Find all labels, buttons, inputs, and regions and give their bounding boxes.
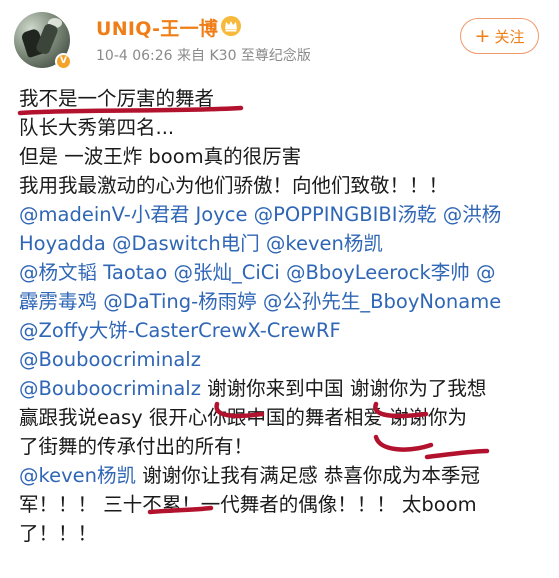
crown-icon — [221, 16, 241, 36]
mention-link[interactable]: @keven杨凯 — [19, 464, 136, 487]
verified-badge-icon: V — [55, 53, 72, 70]
follow-button[interactable]: + 关注 — [460, 18, 539, 54]
post-line: 赢跟我说easy 很开心你跟中国的舞者相爱 谢谢你为 — [19, 403, 549, 432]
username[interactable]: UNIQ-王一博 — [96, 14, 218, 41]
mention-link[interactable]: @Bouboocriminalz — [19, 377, 201, 400]
post-line: @keven杨凯 谢谢你让我有满足感 恭喜你成为本季冠 — [19, 461, 549, 490]
post-line: 霹雳毒鸡 @DaTing-杨雨婷 @公孙先生_BboyNoname — [19, 287, 549, 316]
mention-link[interactable]: @杨文韬 Taotao — [19, 261, 167, 284]
mention-link[interactable]: @madeinV-小君君 Joyce — [19, 203, 247, 226]
post-line: 队长大秀第四名... — [19, 113, 549, 142]
mention-link[interactable]: @DaTing-杨雨婷 — [103, 290, 256, 313]
mention-link[interactable]: @Daswitch电门 — [112, 232, 260, 255]
post-line: Hoyadda @Daswitch电门 @keven杨凯 — [19, 229, 549, 258]
post-text-run: 军！！！ 三十不累！一代舞者的偶像！！！ 太boom — [19, 493, 477, 516]
post-line: 我不是一个厉害的舞者 — [19, 84, 549, 113]
avatar-photo-figure — [34, 22, 60, 56]
post-line: 军！！！ 三十不累！一代舞者的偶像！！！ 太boom — [19, 490, 549, 519]
post-line: 了街舞的传承付出的所有！ — [19, 432, 549, 461]
post-line: @madeinV-小君君 Joyce @POPPINGBIBI汤乾 @洪杨 — [19, 200, 549, 229]
post-meta: 10-4 06:26 来自 K30 至尊纪念版 — [96, 45, 311, 65]
mention-link[interactable]: @BboyLeerock李帅 — [286, 261, 470, 284]
post-text-run: 谢谢你来到中国 谢谢你为了我想 — [200, 377, 487, 400]
post-line: @Zoffy大饼-CasterCrewX-CrewRF — [19, 316, 549, 345]
mention-link[interactable]: @Zoffy大饼-CasterCrewX-CrewRF — [19, 319, 341, 342]
post-text-run: 了街舞的传承付出的所有！ — [19, 435, 254, 458]
mention-link[interactable]: Hoyadda — [19, 232, 106, 255]
mention-link[interactable]: @张灿_CiCi — [174, 261, 280, 284]
post-line: 我用我最激动的心为他们骄傲！向他们致敬！！！ — [19, 171, 549, 200]
post-text-run: 谢谢你让我有满足感 恭喜你成为本季冠 — [136, 464, 480, 487]
post-text-run: 队长大秀第四名... — [19, 116, 175, 139]
mention-link[interactable]: @ — [476, 261, 496, 284]
mention-link[interactable]: @洪杨 — [443, 203, 502, 226]
post-text-run: 赢跟我说easy 很开心你跟中国的舞者相爱 谢谢你为 — [19, 406, 468, 429]
follow-button-label: 关注 — [494, 27, 525, 46]
mention-link[interactable]: @公孙先生_BboyNoname — [263, 290, 501, 313]
post-line: 了！！！ — [19, 519, 549, 548]
post-text-run: 我不是一个厉害的舞者 — [19, 87, 215, 110]
post-text-run: 了！！！ — [19, 522, 98, 545]
mention-link[interactable]: @POPPINGBIBI汤乾 — [254, 203, 437, 226]
post-line: 但是 一波王炸 boom真的很厉害 — [19, 142, 549, 171]
post-line: @Bouboocriminalz 谢谢你来到中国 谢谢你为了我想 — [19, 374, 549, 403]
timestamp: 10-4 06:26 — [96, 48, 173, 64]
mention-link[interactable]: 霹雳毒鸡 — [19, 290, 97, 313]
mention-link[interactable]: @Bouboocriminalz — [19, 348, 201, 371]
post-line: @Bouboocriminalz — [19, 345, 549, 374]
plus-icon: + — [474, 24, 491, 47]
post-line: @杨文韬 Taotao @张灿_CiCi @BboyLeerock李帅 @ — [19, 258, 549, 287]
mention-link[interactable]: @keven杨凯 — [266, 232, 383, 255]
post-source[interactable]: 来自 K30 至尊纪念版 — [177, 48, 311, 64]
post-text: 我不是一个厉害的舞者 队长大秀第四名... 但是 一波王炸 boom真的很厉害我用我… — [19, 84, 549, 548]
post-text-run: 我用我最激动的心为他们骄傲！向他们致敬！！！ — [19, 174, 449, 197]
post-text-run: 但是 一波王炸 boom真的很厉害 — [19, 145, 302, 168]
